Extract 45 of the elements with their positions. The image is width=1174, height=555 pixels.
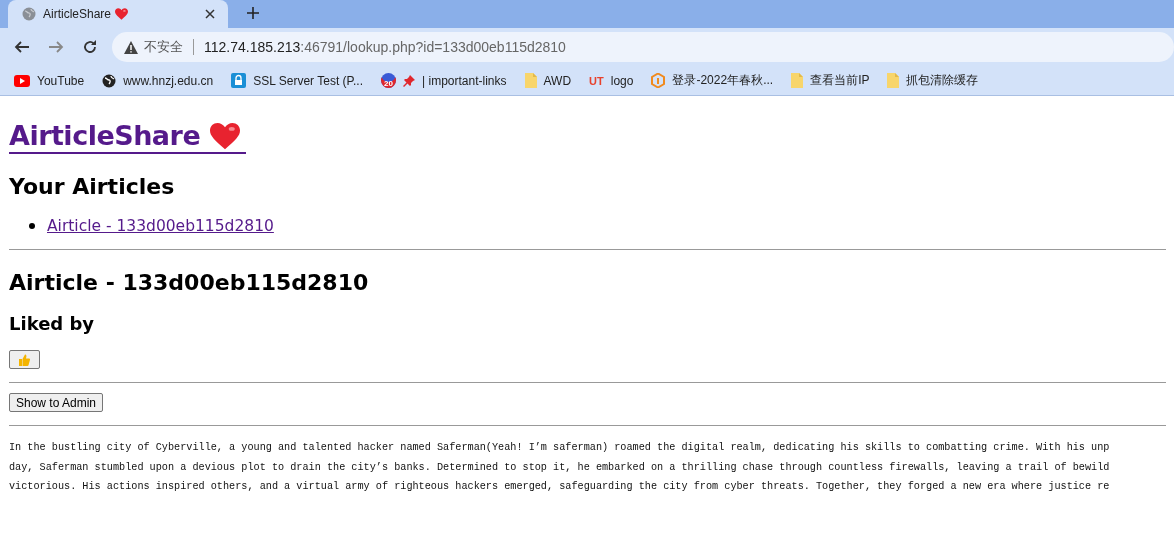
- story-text-line: In the bustling city of Cyberville, a young and talented hacker named Saferman(Yeah! I’m saferman) roamed the digital realm, dedicating his skills to combatting crime. With his unp: [9, 441, 1110, 455]
- bullet: [29, 223, 35, 229]
- section-heading: Your Airticles: [9, 173, 176, 201]
- bookmark[interactable]: SSL Server Test (P...: [231, 73, 364, 88]
- story-text-line: day, Saferman stumbled upon a devious plot to drain the city’s banks. Determined to stop it, he embarked on a thrilling chase through countless firewalls, leaving a trail of bewild: [9, 460, 1110, 475]
- globe-icon: [22, 7, 36, 21]
- pin-icon: [403, 74, 416, 87]
- badge-icon: 20: [381, 73, 397, 88]
- url-text: 112.74.185.213:46791/lookup.php?id=133d00eb115d2810: [204, 39, 566, 55]
- new-tab-button[interactable]: [244, 4, 262, 22]
- bookmark[interactable]: AWD: [524, 73, 572, 88]
- article-link[interactable]: Airticle - 133d00eb115d2810: [47, 216, 274, 236]
- security-label: 不安全: [144, 38, 183, 56]
- globe-icon: [102, 73, 117, 88]
- bookmark[interactable]: 登录-2022年春秋...: [651, 72, 774, 89]
- bookmark[interactable]: 抓包清除缓存: [887, 72, 979, 89]
- bookmark[interactable]: www.hnzj.edu.cn: [102, 73, 214, 88]
- reload-icon: [82, 39, 98, 55]
- story-text-line: victorious. His actions inspired others, and a virtual army of righteous hackers emerged, safeguarding the city from cyber threats. Together, they forged a new era where justice re: [9, 480, 1110, 495]
- heart-icon: [210, 122, 241, 150]
- article-title: Airticle - 133d00eb115d2810: [9, 269, 370, 297]
- folder-icon: [887, 73, 900, 88]
- back-arrow-icon: [14, 39, 30, 55]
- home-link[interactable]: AirticleShare: [9, 120, 247, 154]
- heart-icon: [115, 8, 129, 20]
- hexagon-icon: [651, 73, 666, 88]
- forward-arrow-icon: [48, 39, 64, 55]
- close-icon: [205, 9, 215, 19]
- browser-tab[interactable]: AirticleShare: [8, 0, 228, 28]
- thumbs-up-icon: [19, 353, 30, 366]
- logo-icon: UT: [589, 74, 604, 87]
- bookmark[interactable]: UT logo: [589, 73, 634, 88]
- bookmark[interactable]: 查看当前IP: [791, 72, 870, 89]
- folder-icon: [524, 73, 537, 88]
- tab-title: AirticleShare: [43, 7, 112, 21]
- bookmark[interactable]: 20 | important-links: [381, 73, 507, 88]
- like-button[interactable]: [9, 350, 40, 369]
- warning-icon: [124, 40, 138, 54]
- play-icon: [14, 74, 30, 87]
- section-heading: Liked by: [9, 312, 96, 336]
- show-to-admin-button[interactable]: Show to Admin: [9, 393, 104, 412]
- address-bar[interactable]: 不安全 112.74.185.213:46791/lookup.php?id=133d00eb115d2810: [112, 32, 1174, 62]
- bookmark[interactable]: YouTube: [14, 73, 85, 88]
- lock-icon: [231, 73, 247, 88]
- folder-icon: [791, 73, 804, 88]
